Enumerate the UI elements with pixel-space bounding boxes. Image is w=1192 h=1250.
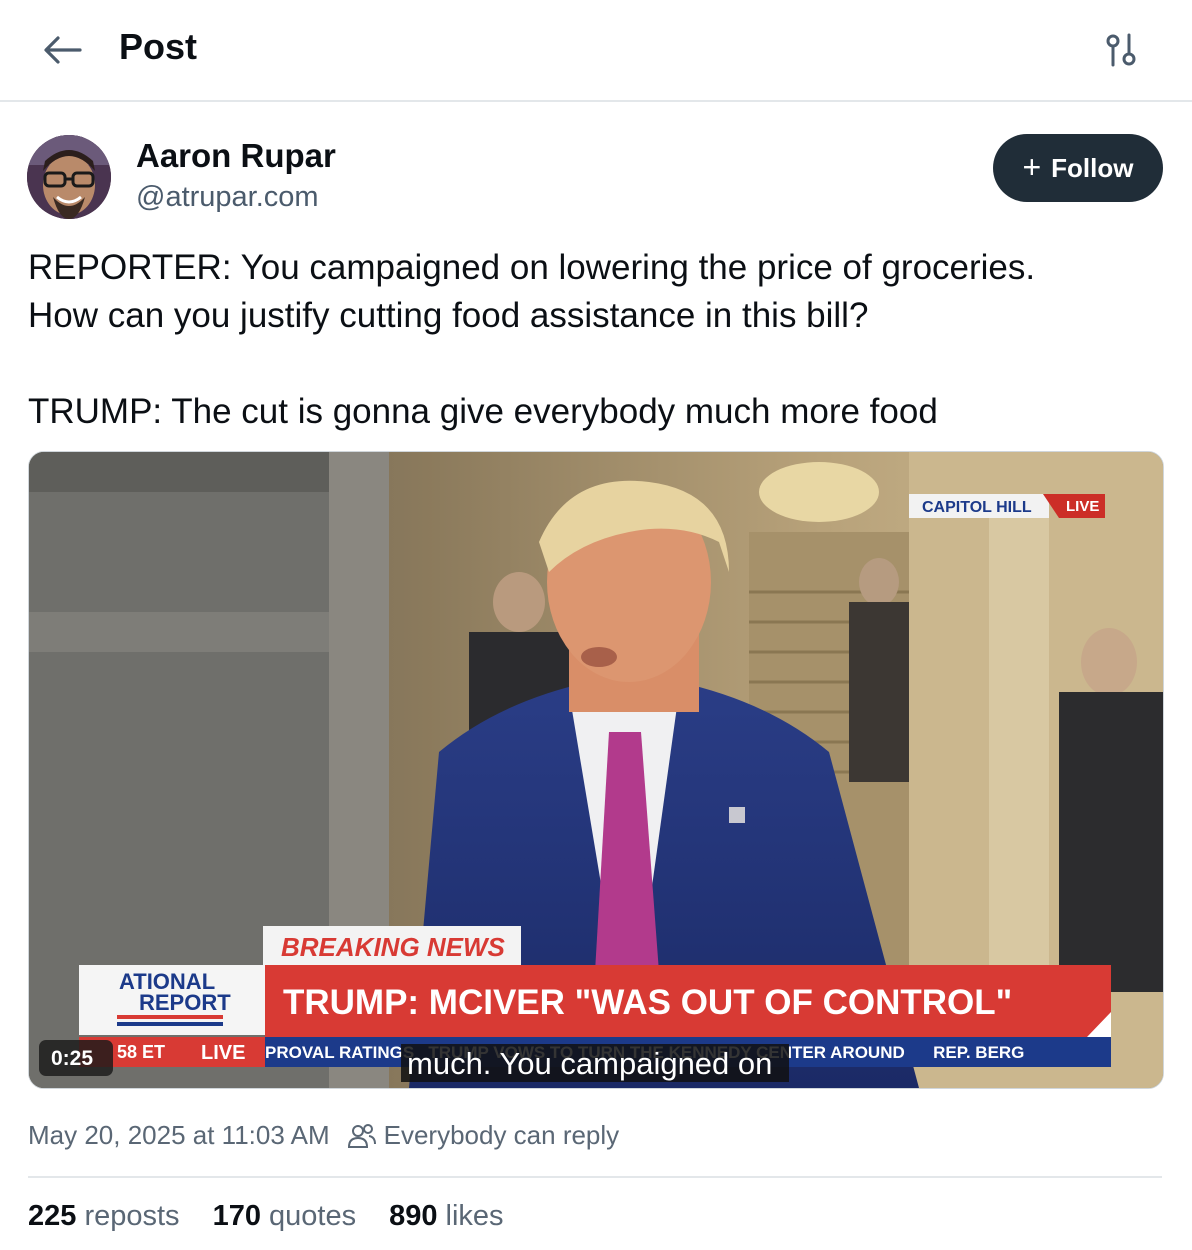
- breaking-news-label: BREAKING NEWS: [281, 932, 506, 962]
- bug-live: LIVE: [1066, 498, 1099, 515]
- post-timestamp[interactable]: May 20, 2025 at 11:03 AM: [28, 1120, 330, 1151]
- author-name[interactable]: Aaron Rupar: [136, 137, 336, 175]
- ticker-time: 58 ET: [117, 1042, 165, 1062]
- plus-icon: +: [1022, 148, 1042, 185]
- chyron-headline: TRUMP: MCIVER "WAS OUT OF CONTROL": [283, 983, 1012, 1022]
- author-handle[interactable]: @atrupar.com: [136, 181, 319, 214]
- top-bar: Post: [0, 0, 1192, 102]
- logo-line-2: REPORT: [139, 990, 231, 1015]
- bug-location: CAPITOL HILL: [922, 499, 1032, 516]
- likes-stat[interactable]: 890 likes: [389, 1200, 503, 1233]
- reposts-stat[interactable]: 225 reposts: [28, 1200, 180, 1233]
- divider: [28, 1176, 1162, 1178]
- follow-button[interactable]: + Follow: [993, 134, 1163, 202]
- reply-setting: Everybody can reply: [383, 1120, 620, 1150]
- author-avatar[interactable]: [27, 135, 111, 219]
- post-line: TRUMP: The cut is gonna give everybody m…: [28, 392, 938, 431]
- video-time: 0:25: [51, 1047, 93, 1070]
- post-meta: May 20, 2025 at 11:03 AM Everybody can r…: [28, 1120, 619, 1151]
- video-player[interactable]: CAPITOL HILL LIVE BREAKING NEWS ATIONAL …: [28, 451, 1164, 1089]
- sliders-icon: [1106, 33, 1136, 67]
- quotes-stat[interactable]: 170 quotes: [213, 1200, 357, 1233]
- ticker-live: LIVE: [201, 1042, 245, 1064]
- post-line: How can you justify cutting food assista…: [28, 296, 869, 335]
- thread-settings-button[interactable]: [1098, 28, 1144, 72]
- page-title: Post: [119, 26, 198, 67]
- engagement-stats: 225 reposts 170 quotes 890 likes: [28, 1200, 504, 1233]
- people-icon: [347, 1123, 376, 1149]
- follow-label: Follow: [1051, 152, 1134, 183]
- arrow-left-icon: [44, 36, 82, 64]
- video-caption: much. You campaigned on: [407, 1046, 772, 1081]
- post-line: REPORTER: You campaigned on lowering the…: [28, 248, 1036, 287]
- back-button[interactable]: [40, 30, 84, 70]
- post-body: REPORTER: You campaigned on lowering the…: [28, 244, 1168, 436]
